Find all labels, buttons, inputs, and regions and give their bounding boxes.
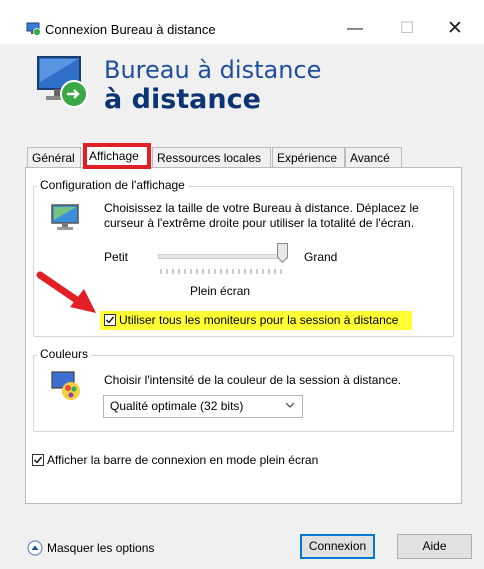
tab-experience[interactable]: Expérience — [272, 147, 345, 167]
colors-legend: Couleurs — [37, 347, 92, 361]
tab-local-resources[interactable]: Ressources locales — [152, 147, 271, 167]
use-all-monitors-label[interactable]: Utiliser tous les moniteurs pour la sess… — [119, 313, 398, 327]
color-quality-value[interactable]: Qualité optimale (32 bits) — [110, 399, 243, 413]
hide-options-link[interactable]: Masquer les options — [47, 541, 154, 555]
connect-button[interactable]: Connexion — [300, 534, 375, 559]
tab-general[interactable]: Général — [27, 147, 81, 167]
remote-desktop-icon — [26, 22, 41, 36]
help-button[interactable]: Aide — [397, 534, 472, 559]
chevron-down-icon[interactable] — [283, 398, 297, 412]
display-description: Choisissez la taille de votre Bureau à d… — [104, 201, 419, 230]
use-all-monitors-checkbox[interactable] — [104, 314, 116, 326]
display-config-legend: Configuration de l'affichage — [37, 178, 188, 192]
slider-min-label: Petit — [104, 250, 129, 264]
minimize-button[interactable]: — — [332, 14, 378, 44]
tab-advanced[interactable]: Avancé — [345, 147, 402, 167]
tab-display[interactable]: Affichage — [83, 143, 151, 169]
display-size-slider-thumb[interactable] — [277, 243, 288, 264]
monitor-icon — [49, 202, 83, 232]
connection-bar-label[interactable]: Afficher la barre de connexion en mode p… — [47, 453, 318, 467]
display-size-slider-track[interactable] — [158, 254, 288, 259]
slider-ticks — [160, 264, 282, 274]
palette-icon — [49, 369, 83, 403]
colors-group — [33, 355, 454, 432]
remote-desktop-logo-icon — [30, 52, 94, 112]
color-depth-prompt: Choisir l'intensité de la couleur de la … — [104, 373, 402, 387]
chevron-up-circle-icon[interactable] — [27, 540, 43, 556]
slider-value-label: Plein écran — [190, 284, 251, 298]
slider-max-label: Grand — [304, 250, 338, 264]
connection-bar-checkbox[interactable] — [32, 454, 44, 466]
red-arrow-icon — [34, 267, 100, 317]
header-title-line2: à distance — [104, 84, 261, 115]
maximize-button[interactable]: ☐ — [384, 14, 430, 44]
header-title-line1: Bureau à distance — [104, 56, 322, 84]
window-title: Connexion Bureau à distance — [45, 22, 216, 37]
close-button[interactable]: ✕ — [432, 14, 478, 44]
